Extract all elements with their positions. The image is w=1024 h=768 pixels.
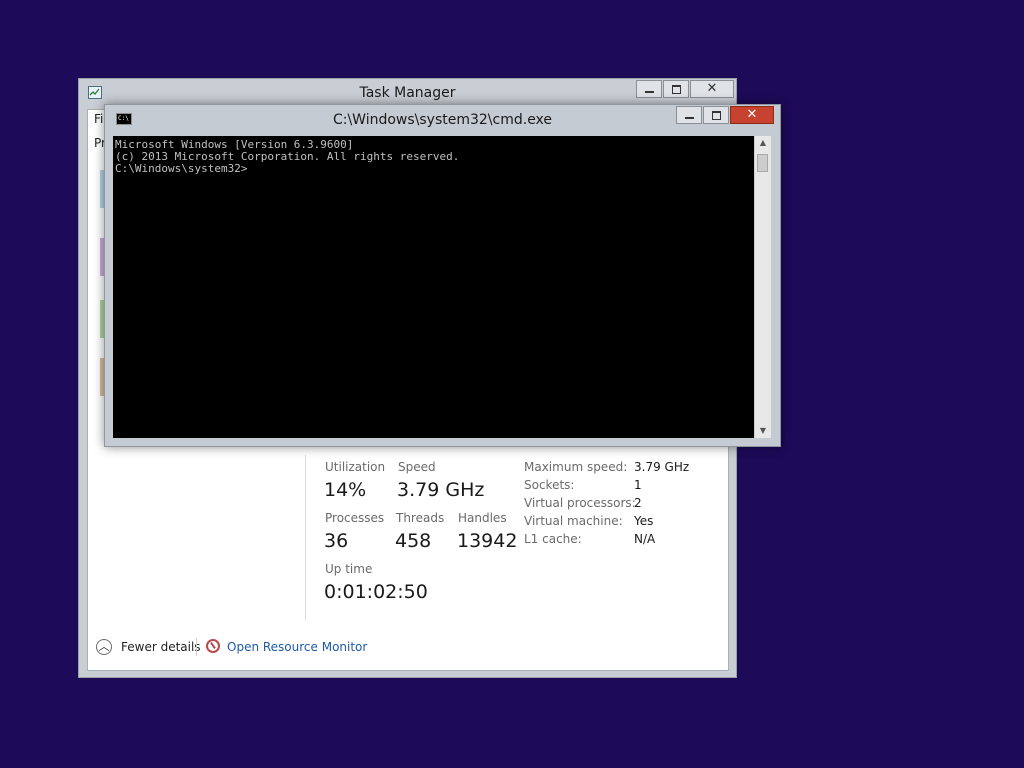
utilization-value: 14% xyxy=(324,479,367,501)
info-key: Virtual machine: xyxy=(524,514,623,528)
utilization-label: Utilization xyxy=(325,460,386,474)
info-key: Maximum speed: xyxy=(524,460,628,474)
tm-maximize-button[interactable] xyxy=(663,80,689,98)
scroll-up-arrow-icon[interactable]: ▲ xyxy=(755,136,771,150)
footer-separator xyxy=(196,638,197,656)
info-key: L1 cache: xyxy=(524,532,582,546)
scrollbar-thumb[interactable] xyxy=(757,154,768,172)
scroll-down-arrow-icon[interactable]: ▼ xyxy=(755,424,771,438)
speed-value: 3.79 GHz xyxy=(397,479,485,501)
console-scrollbar[interactable]: ▲ ▼ xyxy=(754,136,771,438)
cmd-close-button[interactable]: ✕ xyxy=(730,106,774,124)
tm-minimize-button[interactable] xyxy=(636,80,662,98)
console-output[interactable]: Microsoft Windows [Version 6.3.9600] (c)… xyxy=(113,136,754,438)
console-prompt: C:\Windows\system32> xyxy=(115,162,248,175)
uptime-value: 0:01:02:50 xyxy=(324,581,428,603)
info-value: Yes xyxy=(634,514,654,528)
threads-label: Threads xyxy=(396,511,445,525)
threads-value: 458 xyxy=(395,530,432,552)
open-resource-monitor-link[interactable]: Open Resource Monitor xyxy=(227,640,367,654)
info-value: 1 xyxy=(634,478,642,492)
handles-label: Handles xyxy=(458,511,507,525)
processes-value: 36 xyxy=(324,530,349,552)
resource-monitor-icon[interactable] xyxy=(206,639,220,653)
handles-value: 13942 xyxy=(457,530,518,552)
uptime-label: Up time xyxy=(325,562,373,576)
info-value: N/A xyxy=(634,532,656,546)
chevron-up-icon[interactable]: ︿ xyxy=(96,639,112,655)
cmd-minimize-button[interactable] xyxy=(676,106,702,124)
cmd-maximize-button[interactable] xyxy=(703,106,729,124)
fewer-details-button[interactable]: Fewer details xyxy=(121,640,201,654)
tm-close-button[interactable]: ✕ xyxy=(690,80,734,98)
info-key: Virtual processors: xyxy=(524,496,636,510)
info-value: 2 xyxy=(634,496,642,510)
cmd-window[interactable]: C:\ C:\Windows\system32\cmd.exe ✕ Micros… xyxy=(104,104,781,447)
info-key: Sockets: xyxy=(524,478,575,492)
stats-divider xyxy=(305,455,306,620)
speed-label: Speed xyxy=(398,460,436,474)
info-value: 3.79 GHz xyxy=(634,460,690,474)
tm-menu-file[interactable]: Fi xyxy=(94,112,103,126)
processes-label: Processes xyxy=(325,511,385,525)
